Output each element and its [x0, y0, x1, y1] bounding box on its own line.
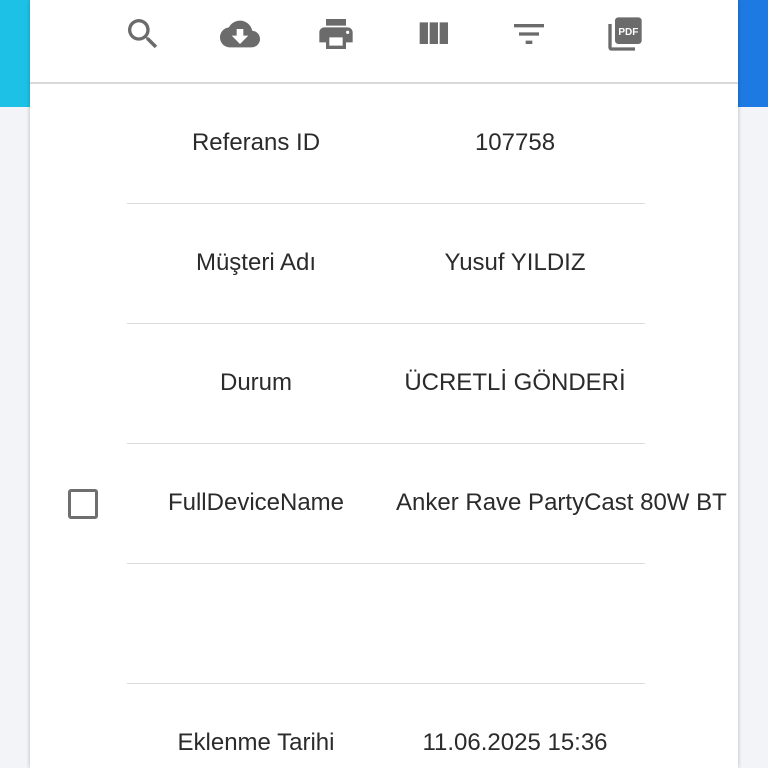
row-label: Referans ID: [191, 129, 321, 156]
row-label: Müşteri Adı: [195, 249, 317, 276]
table-toolbar: PDF: [30, 0, 738, 84]
row-value: 11.06.2025 15:36: [422, 729, 608, 756]
table-row: Referans ID 107758: [30, 84, 738, 204]
header-accent-right: [738, 0, 768, 107]
table-row: FullDeviceName Anker Rave PartyCast 80W …: [30, 444, 738, 564]
row-label: FullDeviceName: [167, 489, 345, 516]
row-value: ÜCRETLİ GÖNDERİ: [404, 369, 626, 396]
table-row: Durum ÜCRETLİ GÖNDERİ: [30, 324, 738, 444]
header-accent-left: [0, 0, 30, 107]
row-label: Durum: [219, 369, 292, 396]
row-value: Yusuf YILDIZ: [444, 249, 586, 276]
print-icon[interactable]: [312, 10, 360, 58]
row-select-checkbox[interactable]: [68, 489, 98, 519]
pdf-icon[interactable]: PDF: [601, 10, 649, 58]
row-value: 107758: [474, 129, 556, 156]
filter-icon[interactable]: [505, 10, 553, 58]
view-columns-icon[interactable]: [409, 10, 457, 58]
table-row: [30, 564, 738, 684]
table-row: Eklenme Tarihi 11.06.2025 15:36: [30, 684, 738, 768]
row-value: [385, 564, 645, 682]
table-row: Müşteri Adı Yusuf YILDIZ: [30, 204, 738, 324]
row-value: Anker Rave PartyCast 80W BT: [396, 489, 727, 516]
svg-text:PDF: PDF: [618, 27, 638, 38]
detail-card: PDF Referans ID 107758 Müşteri Adı Yusuf…: [30, 0, 738, 768]
row-label: Eklenme Tarihi: [177, 729, 335, 756]
cloud-download-icon[interactable]: [216, 10, 264, 58]
row-label: [127, 564, 385, 682]
search-icon[interactable]: [119, 10, 167, 58]
